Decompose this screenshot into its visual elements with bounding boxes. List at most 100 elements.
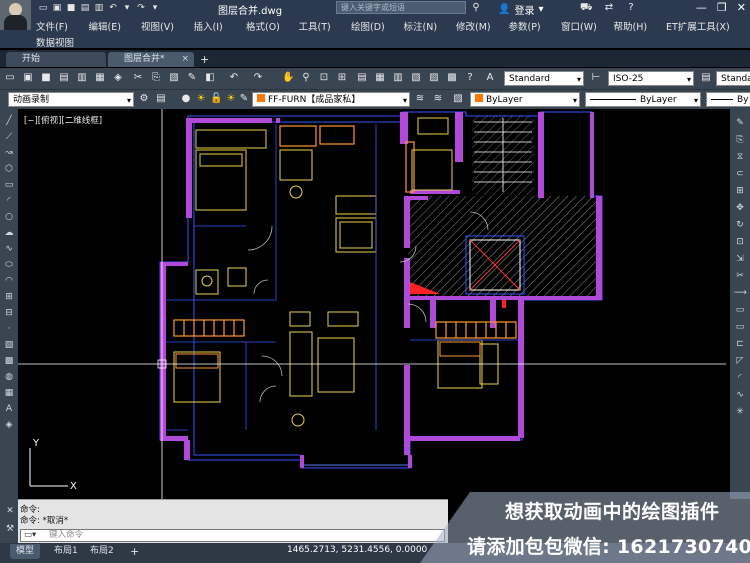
trim-icon[interactable]: ✂ <box>734 270 746 282</box>
plot-icon[interactable]: ▤ <box>58 72 70 84</box>
blend-icon[interactable]: ∿ <box>734 389 746 401</box>
drawing-canvas[interactable]: Y X <box>18 109 726 499</box>
close-tab-icon[interactable]: × <box>181 52 189 67</box>
move-icon[interactable]: ✥ <box>734 202 746 214</box>
plot-style-icon[interactable]: ✎ <box>238 93 250 105</box>
menu-file[interactable]: 文件(F) <box>36 19 89 33</box>
menu-dimension[interactable]: 标注(N) <box>404 19 457 33</box>
polyline-icon[interactable]: ↝ <box>3 147 15 159</box>
extend-icon[interactable]: ⟶ <box>734 287 747 299</box>
restore-icon[interactable]: ❐ <box>717 1 727 14</box>
undo-icon[interactable]: ↶ <box>108 3 118 13</box>
ellipse-arc-icon[interactable]: ◠ <box>3 275 15 287</box>
design-center-icon[interactable]: ▦ <box>374 72 386 84</box>
tab-model[interactable]: 模型 <box>10 544 41 559</box>
revcloud-icon[interactable]: ☁ <box>3 227 15 239</box>
help-icon[interactable]: ? <box>464 72 476 84</box>
mirror-icon[interactable]: ⧖ <box>734 151 746 163</box>
polygon-icon[interactable]: ⬡ <box>3 163 15 175</box>
break-icon[interactable]: ▭ <box>734 321 746 333</box>
explode-icon[interactable]: ✳ <box>734 406 746 418</box>
layer-on-icon[interactable]: ● <box>180 93 192 105</box>
preview-icon[interactable]: ▥ <box>76 72 88 84</box>
rectangle-icon[interactable]: ▭ <box>3 179 15 191</box>
menu-express-tools[interactable]: ET扩展工具(X) <box>666 19 730 33</box>
command-line-handle[interactable]: ✕ ⚒ <box>0 499 18 543</box>
menu-parameters[interactable]: 参数(P) <box>509 19 562 33</box>
close-icon[interactable]: ✕ <box>737 1 746 14</box>
menu-insert[interactable]: 插入(I) <box>194 19 247 33</box>
new-icon[interactable]: ▭ <box>38 3 48 13</box>
menu-window[interactable]: 窗口(W) <box>561 19 614 33</box>
open-icon[interactable]: ▣ <box>52 3 62 13</box>
menu-tools[interactable]: 工具(T) <box>299 19 352 33</box>
lineweight-select[interactable]: By <box>706 92 750 107</box>
color-select[interactable]: ByLayer ▾ <box>470 92 580 107</box>
copy-object-icon[interactable]: ⎘ <box>734 134 746 146</box>
workspace-select[interactable]: 动画录制 ▾ <box>8 92 134 107</box>
tab-layout2[interactable]: 布局2 <box>84 544 120 559</box>
properties-icon[interactable]: ▤ <box>356 72 368 84</box>
fillet-icon[interactable]: ◜ <box>734 372 746 384</box>
sheet-icon[interactable]: ◈ <box>112 72 124 84</box>
app-avatar[interactable] <box>0 0 31 30</box>
sun-icon[interactable]: ☀ <box>195 93 207 105</box>
add-layout-icon[interactable]: + <box>124 544 145 559</box>
hatch-icon[interactable]: ▨ <box>3 339 15 351</box>
dim-style-select[interactable]: ISO-25 ▾ <box>608 71 694 86</box>
tab-layer-merge[interactable]: 图层合并* × <box>108 52 194 67</box>
redo-dropdown-icon[interactable]: ▾ <box>150 3 160 13</box>
region-icon[interactable]: ◍ <box>3 371 15 383</box>
pan-icon[interactable]: ✋ <box>282 72 294 84</box>
stretch-icon[interactable]: ⇲ <box>734 253 746 265</box>
menu-data-view[interactable]: 数据视图 <box>36 35 74 49</box>
tab-layout1[interactable]: 布局1 <box>48 544 84 559</box>
insert-block-icon[interactable]: ⊞ <box>3 291 15 303</box>
exchange-icon[interactable]: ⇄ <box>603 2 615 14</box>
lock-icon[interactable]: 🔓 <box>210 93 222 105</box>
menu-edit[interactable]: 编辑(E) <box>89 19 142 33</box>
cart-icon[interactable]: ⛟ <box>580 2 593 14</box>
wrench-icon[interactable]: ⚒ <box>4 523 16 535</box>
save-icon[interactable]: ■ <box>66 3 76 13</box>
linetype-select[interactable]: ByLayer ▾ <box>585 92 701 107</box>
save-icon[interactable]: ■ <box>40 72 52 84</box>
publish-icon[interactable]: ▦ <box>94 72 106 84</box>
match-properties-icon[interactable]: ✎ <box>186 72 198 84</box>
login-button[interactable]: 👤 登录 ▾ <box>498 2 543 17</box>
redo-icon[interactable]: ↷ <box>136 3 146 13</box>
markup-icon[interactable]: ▨ <box>428 72 440 84</box>
construction-line-icon[interactable]: ⟋ <box>3 131 15 143</box>
calculator-icon[interactable]: ▩ <box>446 72 458 84</box>
new-icon[interactable]: ▭ <box>4 72 16 84</box>
tab-start[interactable]: 开始 <box>6 52 106 67</box>
open-icon[interactable]: ▣ <box>22 72 34 84</box>
line-icon[interactable]: ╱ <box>3 115 15 127</box>
copy-icon[interactable]: ⎘ <box>150 72 162 84</box>
make-current-icon[interactable]: ≋ <box>414 93 426 105</box>
sheet-set-icon[interactable]: ▧ <box>410 72 422 84</box>
paste-icon[interactable]: ▧ <box>168 72 180 84</box>
menu-modify[interactable]: 修改(M) <box>456 19 509 33</box>
cut-icon[interactable]: ✂ <box>132 72 144 84</box>
add-selected-icon[interactable]: ◈ <box>3 419 15 431</box>
rotate-icon[interactable]: ↻ <box>734 219 746 231</box>
menu-help[interactable]: 帮助(H) <box>614 19 667 33</box>
close-icon[interactable]: ✕ <box>4 505 16 517</box>
erase-icon[interactable]: ✎ <box>734 117 746 129</box>
menu-draw[interactable]: 绘图(D) <box>351 19 404 33</box>
table-style-select[interactable]: Standa <box>716 71 750 86</box>
gradient-icon[interactable]: ▩ <box>3 355 15 367</box>
spline-icon[interactable]: ∿ <box>3 243 15 255</box>
minimize-icon[interactable]: — <box>696 1 707 14</box>
command-prompt-icon[interactable]: ▭▾ <box>24 530 36 541</box>
offset-icon[interactable]: ⊂ <box>734 168 746 180</box>
layer-manager-icon[interactable]: ▤ <box>155 93 167 105</box>
text-style-select[interactable]: Standard ▾ <box>504 71 584 86</box>
gear-icon[interactable]: ⚙ <box>138 93 150 105</box>
chamfer-icon[interactable]: ◸ <box>734 355 746 367</box>
menu-format[interactable]: 格式(O) <box>246 19 299 33</box>
redo-icon[interactable]: ↷ <box>252 72 264 84</box>
scale-icon[interactable]: ⊡ <box>734 236 746 248</box>
help-icon[interactable]: ? <box>625 2 637 14</box>
